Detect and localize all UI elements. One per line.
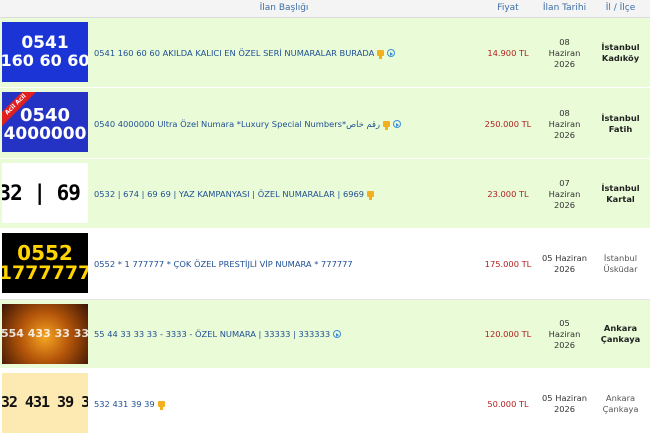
table-row[interactable]: 0541 160 60 60 0541 160 60 60 AKILDA KAL… <box>0 18 650 88</box>
date-year: 2026 <box>553 130 576 141</box>
date-day-month: 05 Haziran <box>542 393 587 403</box>
listing-price: 120.000 TL <box>484 329 532 339</box>
location-district: Kadıköy <box>601 53 640 64</box>
listing-thumbnail[interactable]: 0532 | 69 69 <box>2 163 88 223</box>
location-city: Ankara <box>603 323 638 333</box>
listing-title-text[interactable]: 532 431 39 39 <box>94 399 155 409</box>
date-year: 2026 <box>553 59 576 70</box>
date-day-month: 05 Haziran <box>542 253 587 263</box>
date-year: 2026 <box>553 264 576 275</box>
date-day: 07 <box>559 178 570 188</box>
location-city: İstanbul <box>601 113 640 123</box>
location-district: Üsküdar <box>603 264 638 275</box>
listing-title[interactable]: 0541 160 60 60 AKILDA KALICI EN ÖZEL SER… <box>94 48 476 59</box>
thumbnail-line-2: 160 60 60 <box>2 50 88 70</box>
listing-price: 175.000 TL <box>484 259 532 269</box>
thumbnail-line-1: 0540 <box>19 104 71 126</box>
pin-icon <box>377 50 385 59</box>
date-year: 2026 <box>553 340 576 351</box>
thumbnail-line-2: 4000000 <box>3 123 87 144</box>
table-row[interactable]: 0532 | 69 69 0532 | 674 | 69 69 | YAZ KA… <box>0 159 650 229</box>
date-day: 08 <box>559 37 570 47</box>
table-header: İlan Başlığı Fiyat İlan Tarihi İl / İlçe <box>0 0 650 18</box>
header-location[interactable]: İl / İlçe <box>591 3 650 13</box>
video-icon <box>333 330 342 338</box>
header-title[interactable]: İlan Başlığı <box>90 3 478 13</box>
listing-thumbnail[interactable]: 532 431 39 39 <box>2 373 88 433</box>
date-month: Haziran <box>548 329 581 340</box>
location-district: Çankaya <box>600 334 641 345</box>
listing-thumbnail[interactable]: Acil Acil 0540 4000000 <box>2 92 88 152</box>
listing-date: 05 Haziran 2026 <box>538 318 591 352</box>
listing-thumbnail[interactable]: 554 433 33 33 <box>2 304 88 364</box>
listing-date: 08 Haziran 2026 <box>538 37 591 71</box>
listing-title[interactable]: 0540 4000000 Ultra Özel Numara *Luxury S… <box>94 119 476 130</box>
pin-icon <box>157 401 165 410</box>
listing-location: Ankara Çankaya <box>591 323 650 345</box>
listing-price: 250.000 TL <box>484 119 532 129</box>
video-icon <box>392 120 401 128</box>
listing-title[interactable]: 532 431 39 39 <box>94 399 476 410</box>
video-icon <box>387 49 396 57</box>
table-row[interactable]: 554 433 33 33 55 44 33 33 33 - 3333 - ÖZ… <box>0 300 650 369</box>
thumbnail-line-1: 532 431 39 39 <box>2 393 88 412</box>
date-month: Haziran <box>548 48 581 59</box>
listing-date: 05 Haziran 2026 <box>538 253 591 275</box>
listing-thumbnail[interactable]: 0552 1777777 <box>2 233 88 293</box>
thumbnail-line-2: 1777777 <box>2 261 88 284</box>
table-row[interactable]: 532 431 39 39 532 431 39 39 50.000 TL 05… <box>0 369 650 435</box>
header-date[interactable]: İlan Tarihi <box>538 3 591 13</box>
listing-date: 07 Haziran 2026 <box>538 178 591 212</box>
date-day: 05 <box>559 318 570 328</box>
pin-icon <box>367 191 375 200</box>
listing-location: İstanbul Kartal <box>591 183 650 205</box>
listing-date: 05 Haziran 2026 <box>538 393 591 415</box>
pin-icon <box>382 121 390 130</box>
listing-price: 14.900 TL <box>487 48 529 58</box>
location-city: İstanbul <box>603 253 638 263</box>
location-district: Fatih <box>608 124 633 135</box>
location-city: İstanbul <box>601 183 640 193</box>
listing-price: 23.000 TL <box>487 189 529 199</box>
listing-title-text[interactable]: 55 44 33 33 33 - 3333 - ÖZEL NUMARA | 33… <box>94 329 330 339</box>
location-city: İstanbul <box>601 42 640 52</box>
date-year: 2026 <box>553 200 576 211</box>
listing-title[interactable]: 55 44 33 33 33 - 3333 - ÖZEL NUMARA | 33… <box>94 329 476 339</box>
table-row[interactable]: Acil Acil 0540 4000000 0540 4000000 Ultr… <box>0 88 650 159</box>
thumbnail-line-1: 554 433 33 33 <box>2 327 88 341</box>
listing-title-text[interactable]: 0541 160 60 60 AKILDA KALICI EN ÖZEL SER… <box>94 48 374 58</box>
location-city: Ankara <box>605 393 636 403</box>
thumbnail-line-1: 0532 | 69 69 <box>2 180 88 205</box>
listing-location: Ankara Çankaya <box>591 393 650 415</box>
location-district: Kartal <box>606 194 635 205</box>
listing-location: İstanbul Kadıköy <box>591 42 650 64</box>
listing-title-text[interactable]: 0532 | 674 | 69 69 | YAZ KAMPANYASI | ÖZ… <box>94 189 364 199</box>
listing-title[interactable]: 0532 | 674 | 69 69 | YAZ KAMPANYASI | ÖZ… <box>94 189 476 200</box>
listing-title-text[interactable]: 0540 4000000 Ultra Özel Numara *Luxury S… <box>94 119 380 129</box>
listing-title-text[interactable]: 0552 * 1 777777 * ÇOK ÖZEL PRESTİJLİ VİP… <box>94 259 353 269</box>
table-row[interactable]: 0552 1777777 0552 * 1 777777 * ÇOK ÖZEL … <box>0 229 650 300</box>
date-month: Haziran <box>548 119 581 130</box>
thumbnail-line-1: 0541 <box>21 32 69 53</box>
date-day: 08 <box>559 108 570 118</box>
location-district: Çankaya <box>602 404 639 415</box>
listing-date: 08 Haziran 2026 <box>538 108 591 142</box>
listing-title[interactable]: 0552 * 1 777777 * ÇOK ÖZEL PRESTİJLİ VİP… <box>94 259 476 269</box>
listing-table: İlan Başlığı Fiyat İlan Tarihi İl / İlçe… <box>0 0 650 435</box>
listing-location: İstanbul Üsküdar <box>591 253 650 275</box>
listing-location: İstanbul Fatih <box>591 113 650 135</box>
date-month: Haziran <box>548 189 581 200</box>
thumbnail-line-1: 0552 <box>17 240 73 265</box>
listing-price: 50.000 TL <box>487 399 529 409</box>
header-price[interactable]: Fiyat <box>478 3 538 13</box>
date-year: 2026 <box>553 404 576 415</box>
listing-thumbnail[interactable]: 0541 160 60 60 <box>2 22 88 82</box>
